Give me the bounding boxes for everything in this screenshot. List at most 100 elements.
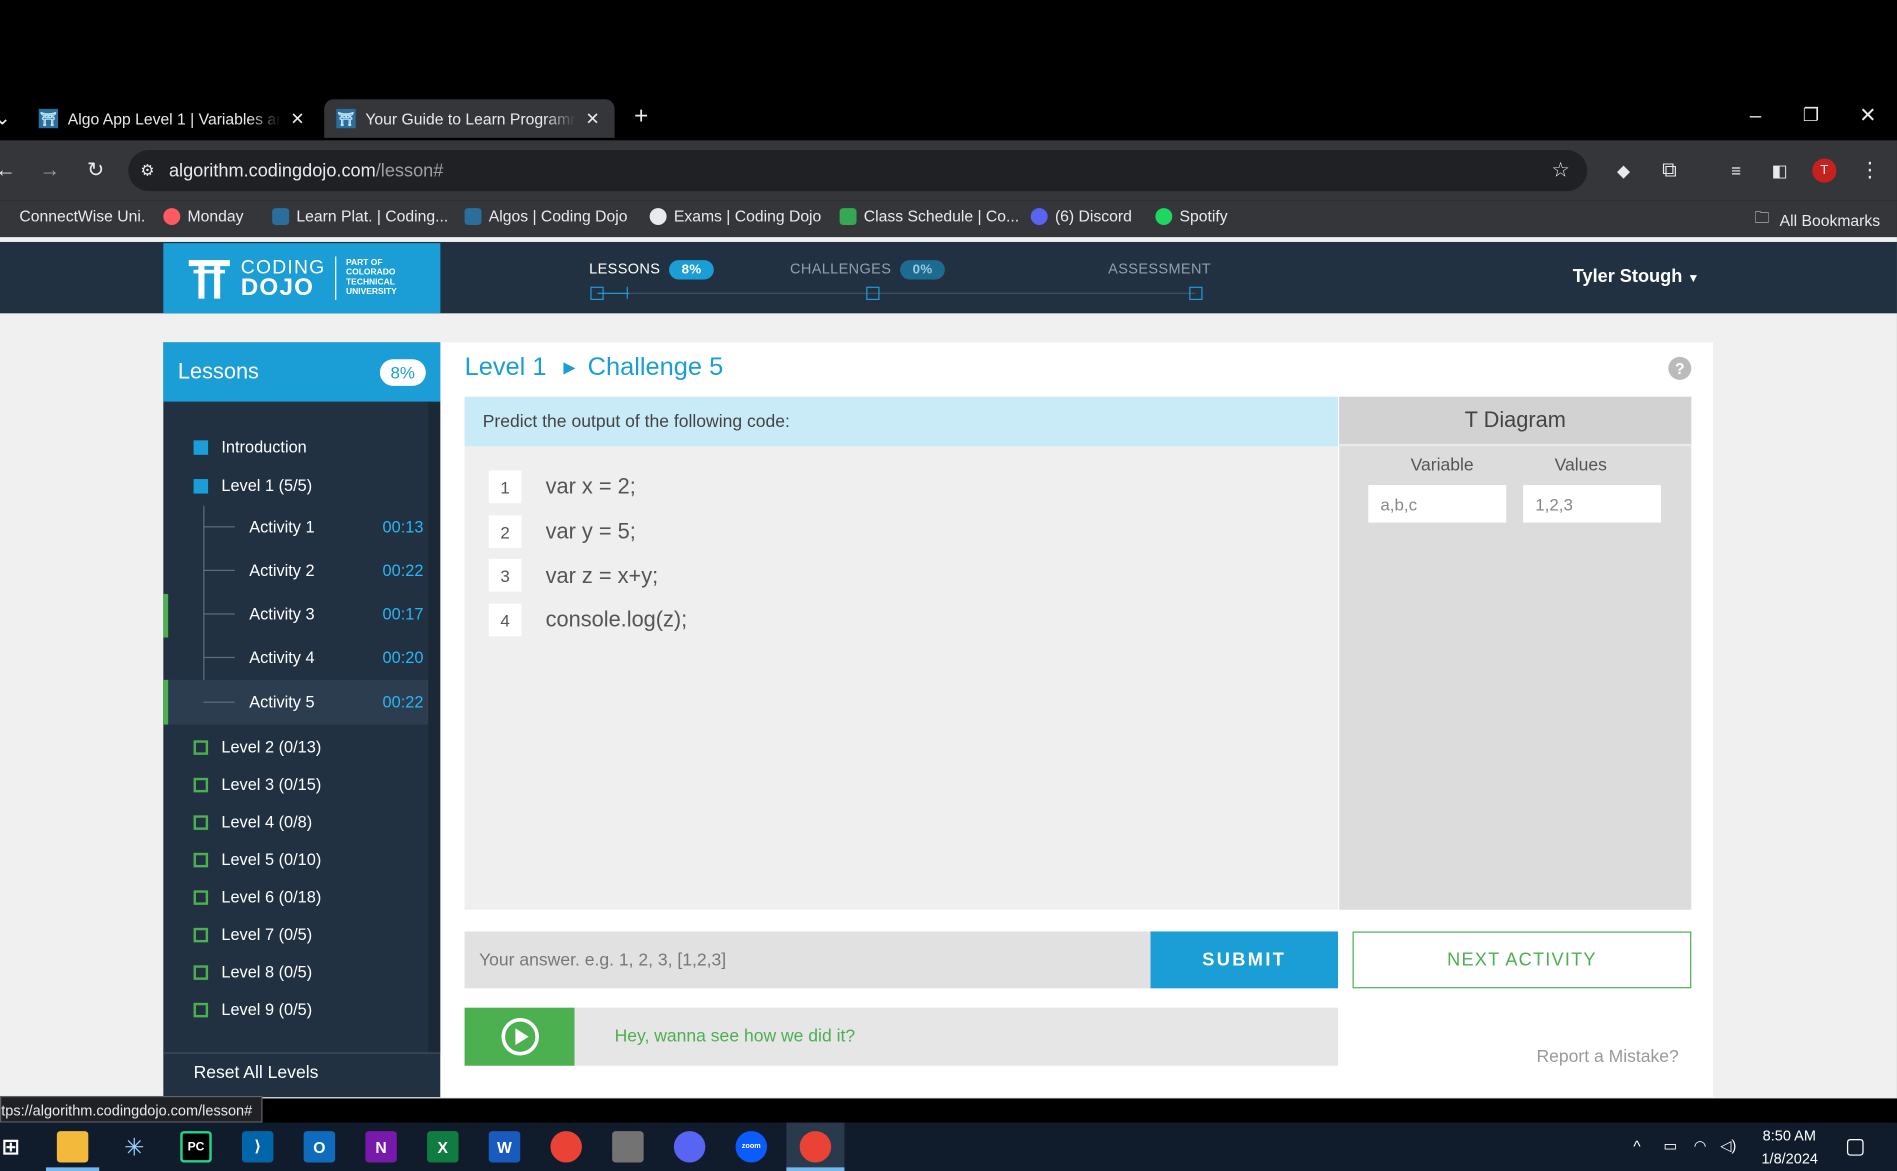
tree-branch <box>203 612 235 614</box>
chrome-profile-icon[interactable] <box>799 1131 832 1163</box>
extension-icon[interactable]: ◆ <box>1611 158 1635 182</box>
calculator-icon[interactable] <box>612 1131 644 1163</box>
volume-icon[interactable]: ◁) <box>1720 1137 1736 1154</box>
logo-sub-line: TECHNICAL <box>346 278 395 287</box>
excel-icon[interactable]: X <box>427 1131 459 1163</box>
reload-icon[interactable]: ↻ <box>85 158 107 182</box>
progress-lessons[interactable]: LESSONS 8% <box>589 260 714 280</box>
activity-3[interactable]: Activity 3 00:17 <box>198 592 423 636</box>
sidebar-item-level-6[interactable]: Level 6 (0/18) <box>193 888 424 906</box>
bookmark-item[interactable]: Learn Plat. | Coding... <box>272 207 448 225</box>
notifications-icon[interactable]: ▢ <box>1845 1133 1866 1158</box>
bookmark-item[interactable]: ConnectWise Uni. <box>19 207 145 225</box>
profile-avatar[interactable]: T <box>1812 158 1837 183</box>
next-activity-button[interactable]: NEXT ACTIVITY <box>1352 931 1692 989</box>
sidebar-item-level-5[interactable]: Level 5 (0/10) <box>193 850 424 869</box>
chrome-icon[interactable] <box>550 1131 582 1163</box>
vpn-icon[interactable]: ✳ <box>119 1131 150 1162</box>
sidebar-item-introduction[interactable]: Introduction <box>193 438 424 456</box>
clock-time[interactable]: 8:50 AM <box>1763 1127 1816 1144</box>
sidebar-item-level-1[interactable]: Level 1 (5/5) <box>193 477 424 495</box>
tab-title: Your Guide to Learn Programming <box>365 109 576 128</box>
bookmark-item[interactable]: Exams | Coding Dojo <box>649 207 821 225</box>
answer-input[interactable]: Your answer. e.g. 1, 2, 3, [1,2,3] <box>464 931 1151 989</box>
tab-algo-app[interactable]: ⛩ Algo App Level 1 | Variables and ✕ <box>27 99 322 138</box>
new-tab-button[interactable]: + <box>629 104 653 128</box>
progress-challenges[interactable]: CHALLENGES 0% <box>790 260 945 280</box>
bookmark-star-icon[interactable]: ☆ <box>1549 158 1573 182</box>
all-bookmarks[interactable]: 🗀 All Bookmarks <box>1754 207 1880 234</box>
bookmark-item[interactable]: Algos | Coding Dojo <box>464 207 627 225</box>
coding-dojo-logo[interactable]: CODING DOJO PART OF COLORADO TECHNICAL U… <box>163 243 441 314</box>
activity-2[interactable]: Activity 2 00:22 <box>198 548 423 592</box>
line-number: 3 <box>488 558 522 592</box>
sidebar-item-level-2[interactable]: Level 2 (0/13) <box>193 738 424 756</box>
file-explorer-icon[interactable] <box>56 1131 89 1163</box>
user-menu[interactable]: Tyler Stough ▼ <box>1573 266 1700 287</box>
bookmark-item[interactable]: Monday <box>163 207 243 225</box>
media-icon[interactable]: ≡ <box>1724 158 1748 182</box>
activity-4[interactable]: Activity 4 00:20 <box>198 635 423 679</box>
sidebar-item-label: Level 7 (0/5) <box>221 925 313 944</box>
report-mistake-link[interactable]: Report a Mistake? <box>1536 1048 1678 1067</box>
sidebar-scrollbar[interactable] <box>428 401 441 1053</box>
tray-overflow-icon[interactable]: ^ <box>1633 1137 1640 1155</box>
zoom-icon[interactable]: zoom <box>735 1131 768 1163</box>
outlook-icon[interactable]: O <box>303 1131 336 1163</box>
line-number: 2 <box>488 515 522 548</box>
sidebar-item-level-9[interactable]: Level 9 (0/5) <box>193 1000 424 1019</box>
sidebar-item-level-7[interactable]: Level 7 (0/5) <box>193 925 424 944</box>
logo-sub-line: UNIVERSITY <box>346 287 397 297</box>
solution-hint[interactable]: Hey, wanna see how we did it? <box>574 1007 1339 1066</box>
vscode-icon[interactable]: ⟩ <box>241 1131 274 1163</box>
submit-button[interactable]: SUBMIT <box>1150 931 1339 989</box>
back-icon[interactable]: ← <box>0 158 16 182</box>
sidebar-item-level-3[interactable]: Level 3 (0/15) <box>193 775 424 794</box>
variable-input[interactable]: a,b,c <box>1368 485 1507 523</box>
breadcrumb-level[interactable]: Level 1 <box>465 353 547 382</box>
incomplete-square-icon <box>193 1002 209 1017</box>
progress-label: LESSONS <box>589 260 661 278</box>
progress-label: ASSESSMENT <box>1108 260 1212 278</box>
windows-start-icon[interactable]: ⊞ <box>0 1131 27 1162</box>
close-window-icon[interactable]: ✕ <box>1857 104 1879 128</box>
reset-all-levels-button[interactable]: Reset All Levels <box>194 1063 319 1082</box>
discord-icon[interactable] <box>673 1131 706 1163</box>
word-icon[interactable]: W <box>488 1131 521 1163</box>
help-icon[interactable]: ? <box>1668 356 1692 380</box>
side-panel-icon[interactable]: ◧ <box>1768 158 1792 182</box>
menu-icon[interactable]: ⋮ <box>1859 158 1880 182</box>
values-input[interactable]: 1,2,3 <box>1523 485 1662 523</box>
restore-icon[interactable]: ❐ <box>1800 104 1822 128</box>
tab-your-guide[interactable]: ⛩ Your Guide to Learn Programming ✕ <box>324 99 615 138</box>
logo-dojo: DOJO <box>240 274 315 302</box>
sheets-icon <box>839 207 857 225</box>
pycharm-icon[interactable]: PC <box>180 1131 212 1163</box>
sidebar-item-level-8[interactable]: Level 8 (0/5) <box>193 963 424 981</box>
close-icon[interactable]: ✕ <box>586 108 600 129</box>
clock-date[interactable]: 1/8/2024 <box>1761 1150 1818 1167</box>
t-diagram-values-header: Values <box>1554 456 1607 476</box>
sidebar-item-level-4[interactable]: Level 4 (0/8) <box>193 813 424 831</box>
bookmark-item[interactable]: Class Schedule | Co... <box>839 207 1019 225</box>
activity-5[interactable]: Activity 5 00:22 <box>198 680 423 724</box>
activity-1[interactable]: Activity 1 00:13 <box>198 504 423 548</box>
bookmark-item[interactable]: (6) Discord <box>1030 207 1132 225</box>
address-bar[interactable]: ⚙ algorithm.codingdojo.com/lesson# <box>128 150 1588 192</box>
progress-assessment[interactable]: ASSESSMENT <box>1108 260 1211 277</box>
close-icon[interactable]: ✕ <box>290 108 304 129</box>
tab-search-icon[interactable]: ⌄ <box>0 106 12 130</box>
activity-time: 00:20 <box>382 647 424 666</box>
breadcrumb: Level 1 ▶ Challenge 5 <box>465 353 724 382</box>
minimize-icon[interactable]: – <box>1745 104 1767 128</box>
wifi-icon[interactable]: ◠ <box>1694 1137 1707 1154</box>
site-info-icon[interactable]: ⚙ <box>140 161 154 180</box>
bookmark-item[interactable]: Spotify <box>1155 207 1228 225</box>
forward-icon[interactable]: → <box>39 158 61 182</box>
puzzle-icon[interactable]: ⧉ <box>1657 158 1681 182</box>
bookmark-label: ConnectWise Uni. <box>19 206 146 226</box>
play-solution-button[interactable] <box>464 1007 575 1066</box>
incomplete-square-icon <box>193 814 209 830</box>
battery-icon[interactable]: ▭ <box>1663 1137 1677 1154</box>
onenote-icon[interactable]: N <box>365 1131 397 1163</box>
